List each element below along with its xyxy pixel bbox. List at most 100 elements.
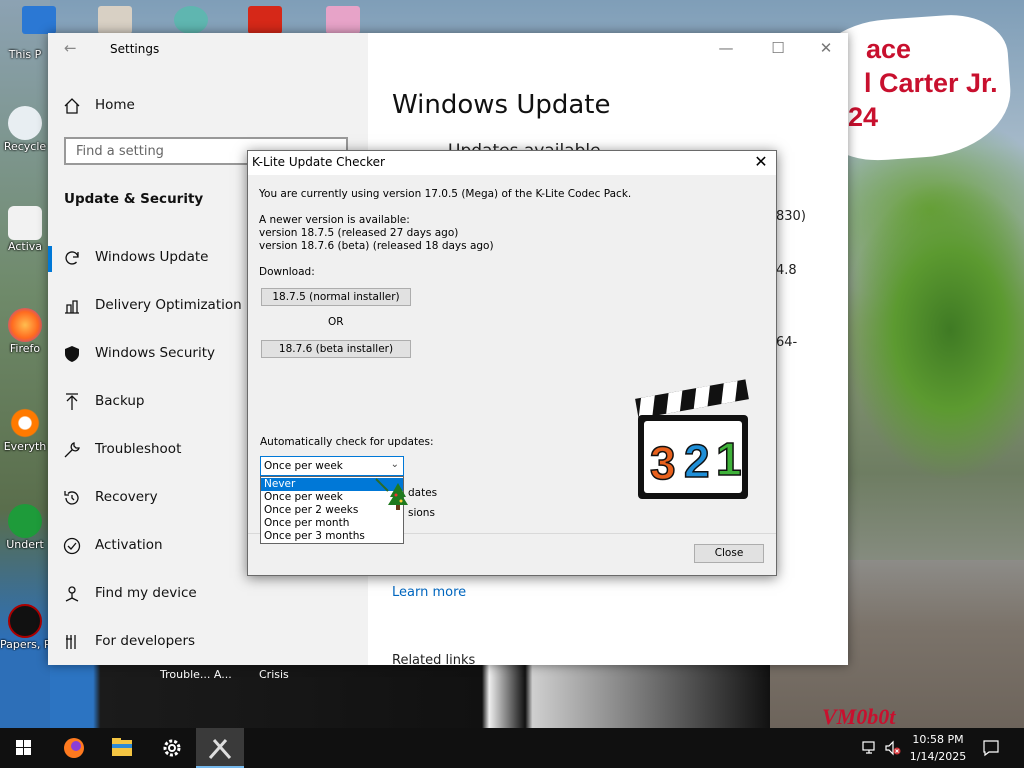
developer-icon [66, 635, 76, 649]
desktop-icon-activate[interactable]: Activa [0, 206, 50, 253]
refresh-icon [65, 251, 79, 265]
dialog-titlebar: K-Lite Update Checker ✕ [248, 151, 776, 175]
home-icon [64, 98, 80, 114]
maximize-icon[interactable]: ☐ [768, 39, 788, 59]
taskbar-firefox[interactable] [50, 728, 98, 768]
sign-text-line: 24 [848, 102, 879, 132]
check-circle-icon [63, 537, 81, 555]
select-value: Once per week [264, 460, 343, 472]
desktop-icon-this-pc[interactable]: This P [0, 48, 50, 61]
checkbox-label-partial[interactable]: dates [408, 487, 437, 499]
firefox-icon [8, 308, 42, 342]
nav-item-label: For developers [95, 633, 196, 649]
nav-find-my-device[interactable]: Find my device [48, 572, 368, 616]
desktop-icon-everything[interactable]: Everyth [0, 406, 50, 453]
folder-icon [112, 738, 132, 756]
desktop-icon-papers-please[interactable]: Papers, P [0, 604, 50, 651]
nav-item-label: Find my device [95, 585, 197, 601]
delivery-icon [65, 300, 79, 314]
windows-logo-icon [16, 740, 31, 755]
nav-home[interactable]: Home [48, 84, 368, 128]
desktop-app-icon[interactable] [98, 6, 132, 34]
this-pc-icon[interactable] [22, 6, 56, 34]
desktop-icon-firefox[interactable]: Firefo [0, 308, 50, 355]
sign-text-line: ace [866, 34, 912, 64]
papers-please-icon [8, 604, 42, 638]
desktop-icon-troubleshoot-label[interactable]: Trouble... A... [160, 668, 232, 681]
minimize-icon[interactable]: — [716, 39, 736, 59]
dropdown-option[interactable]: Once per 3 months [261, 530, 403, 543]
sign-text-line: l Carter Jr. [864, 68, 998, 98]
auto-check-label: Automatically check for updates: [260, 436, 434, 448]
newer-version-heading: A newer version is available: [259, 214, 410, 226]
download-label: Download: [259, 266, 315, 278]
recovery-icon [64, 491, 79, 505]
nav-for-developers[interactable]: For developers [48, 620, 368, 664]
normal-installer-button[interactable]: 18.7.5 (normal installer) [261, 288, 411, 306]
tree-cursor-icon [375, 478, 408, 510]
undertale-icon [8, 504, 42, 538]
update-detail-partial: 4.8 [776, 263, 797, 278]
logo-digit-2: 2 [684, 435, 710, 487]
desktop-icon-crisis-label[interactable]: Crisis [259, 668, 289, 681]
desktop-icon-label: Undert [6, 538, 44, 551]
related-links-heading: Related links [392, 653, 476, 665]
dialog-close-icon[interactable]: ✕ [746, 151, 776, 175]
nav-item-label: Recovery [95, 489, 158, 505]
desktop-icon-recycle-bin[interactable]: Recycle [0, 106, 50, 153]
desktop-icon-label: This P [8, 48, 42, 61]
tools-icon [208, 739, 232, 759]
desktop-icon-label: Everyth [3, 440, 47, 453]
dropdown-option[interactable]: Once per month [261, 517, 403, 530]
firefox-icon [64, 738, 84, 758]
backup-arrow-icon [66, 393, 78, 410]
taskbar-file-explorer[interactable] [98, 728, 146, 768]
logo-digit-1: 1 [716, 433, 742, 485]
page-title: Windows Update [392, 90, 611, 120]
start-button[interactable] [0, 728, 48, 768]
watermark-text: VM0b0t [822, 704, 896, 728]
mcdonalds-icon[interactable] [248, 6, 282, 34]
gear-icon [163, 739, 181, 757]
close-icon[interactable]: ✕ [816, 39, 836, 59]
klite-update-dialog: K-Lite Update Checker ✕ You are currentl… [247, 150, 777, 576]
update-detail-partial: 830) [776, 209, 806, 224]
nav-item-label: Activation [95, 537, 163, 553]
network-icon[interactable] [862, 740, 878, 756]
nav-home-label: Home [95, 97, 135, 113]
beta-installer-button[interactable]: 18.7.6 (beta installer) [261, 340, 411, 358]
current-version-text: You are currently using version 17.0.5 (… [259, 188, 632, 200]
learn-more-link[interactable]: Learn more [392, 585, 466, 600]
nav-item-label: Troubleshoot [95, 441, 182, 457]
normal-version-text: version 18.7.5 (released 27 days ago) [259, 227, 459, 239]
clock-date[interactable]: 1/14/2025 [906, 750, 970, 763]
taskbar-settings[interactable] [148, 728, 196, 768]
desktop-icon-label: Activa [8, 240, 42, 253]
update-detail-partial: 64- [776, 335, 798, 350]
nav-item-label: Windows Update [95, 249, 209, 265]
logo-digit-3: 3 [650, 437, 676, 489]
update-frequency-select[interactable]: Once per week ⌄ [260, 456, 404, 476]
close-button[interactable]: Close [694, 544, 764, 563]
taskbar [0, 728, 1024, 768]
dialog-title: K-Lite Update Checker [252, 155, 385, 169]
taskbar-klite-tools[interactable] [196, 728, 244, 768]
clock-time[interactable]: 10:58 PM [906, 733, 970, 746]
everything-search-icon [8, 406, 42, 440]
game-character-icon[interactable] [174, 6, 208, 34]
beta-version-text: version 18.7.6 (beta) (released 18 days … [259, 240, 494, 252]
desktop-icon-undertale[interactable]: Undert [0, 504, 50, 551]
pony-game-icon[interactable] [326, 6, 360, 34]
desktop-bottom-strip [50, 665, 770, 728]
nav-item-label: Windows Security [95, 345, 215, 361]
back-arrow-icon[interactable]: ← [64, 39, 82, 57]
person-pin-icon [65, 586, 79, 602]
desktop-icon-label: Papers, P [0, 638, 50, 651]
notification-icon[interactable] [982, 739, 1000, 757]
desktop-icon-label: Recycle [3, 140, 47, 153]
volume-muted-icon[interactable] [884, 740, 902, 756]
checkbox-label-partial[interactable]: sions [408, 507, 435, 519]
document-icon [8, 206, 42, 240]
wrench-icon [64, 442, 80, 458]
nav-item-label: Delivery Optimization [95, 297, 242, 313]
